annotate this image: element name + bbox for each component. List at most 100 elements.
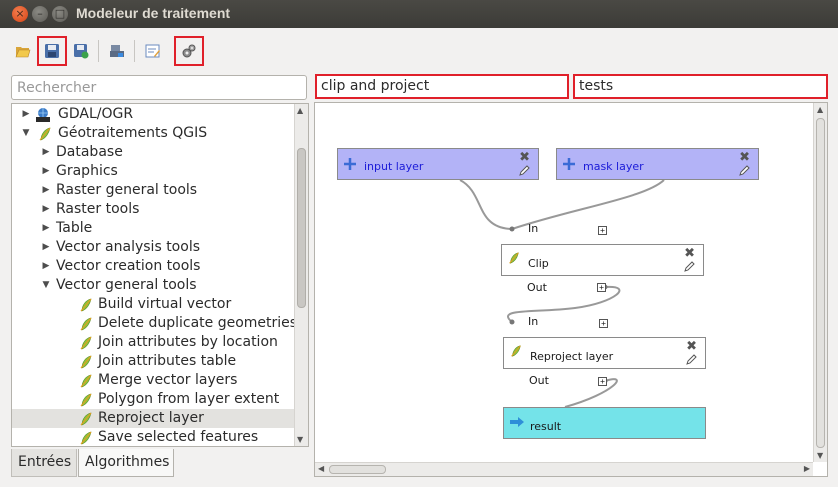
canvas-horizontal-scrollbar[interactable]: ◀ ▶ (315, 462, 813, 476)
expand-arrow-icon[interactable]: ▶ (41, 238, 51, 257)
run-model-button[interactable] (174, 36, 204, 66)
qgis-icon (39, 127, 51, 141)
expand-inputs-icon[interactable]: + (599, 319, 608, 328)
scroll-down-icon[interactable]: ▼ (297, 435, 303, 444)
plus-input-icon (563, 158, 575, 170)
model-group-field[interactable]: tests (573, 74, 828, 99)
expand-arrow-icon[interactable]: ▶ (41, 257, 51, 276)
expand-arrow-icon[interactable]: ▶ (41, 143, 51, 162)
model-name-field[interactable]: clip and project (315, 74, 569, 99)
expand-outputs-icon[interactable]: + (598, 377, 607, 386)
tree-group-vector-analysis[interactable]: ▶ Vector analysis tools (12, 238, 294, 257)
tree-algorithm-item-selected[interactable]: Reproject layer (12, 409, 294, 428)
tree-group-graphics[interactable]: ▶ Graphics (12, 162, 294, 181)
tree-algorithm-label: Merge vector layers (98, 372, 238, 388)
expand-arrow-icon[interactable]: ▶ (41, 162, 51, 181)
close-icon: × (15, 7, 25, 20)
maximize-window-button[interactable]: □ (52, 6, 68, 22)
scrollbar-thumb[interactable] (297, 148, 306, 308)
edit-node-icon[interactable] (519, 164, 531, 176)
tree-scrollbar[interactable]: ▲ ▼ (294, 104, 308, 446)
input-node-mask-layer[interactable]: mask layer ✖ (556, 148, 759, 180)
node-label: Reproject layer (530, 350, 614, 363)
model-canvas[interactable]: input layer ✖ mask layer ✖ In + Clip ✖ O… (315, 103, 813, 462)
algorithm-node-clip[interactable]: Clip ✖ (501, 244, 704, 276)
tab-algorithms[interactable]: Algorithmes (78, 449, 174, 477)
qgis-algorithm-icon (80, 393, 92, 407)
search-input[interactable] (12, 76, 306, 99)
edit-help-button[interactable] (140, 38, 166, 64)
scrollbar-thumb[interactable] (329, 465, 386, 474)
tree-group-label: Database (56, 144, 123, 160)
edit-node-icon[interactable] (684, 260, 696, 272)
qgis-algorithm-icon (80, 317, 92, 331)
reproject-in-label: In (528, 315, 539, 328)
minimize-window-button[interactable]: – (32, 6, 48, 22)
tree-group-raster-tools[interactable]: ▶ Raster tools (12, 200, 294, 219)
tree-provider-qgis[interactable]: ▼ Géotraitements QGIS (12, 124, 294, 143)
title-bar: × – □ Modeleur de traitement (0, 0, 838, 28)
node-label: result (530, 420, 562, 433)
scroll-up-icon[interactable]: ▲ (817, 105, 823, 114)
edit-node-icon[interactable] (739, 164, 751, 176)
tree-group-database[interactable]: ▶ Database (12, 143, 294, 162)
expand-outputs-icon[interactable]: + (597, 283, 606, 292)
tree-group-raster-general[interactable]: ▶ Raster general tools (12, 181, 294, 200)
tree-algorithm-label: Join attributes by location (98, 334, 278, 350)
expand-arrow-icon[interactable]: ▶ (21, 105, 31, 124)
algorithm-tree[interactable]: ▶ GDAL/OGR ▼ Géotraitements QGIS ▶ Datab… (11, 103, 309, 447)
tab-inputs[interactable]: Entrées (11, 449, 77, 477)
scroll-up-icon[interactable]: ▲ (297, 106, 303, 115)
clip-in-label: In (528, 222, 539, 235)
tree-algorithm-item[interactable]: Join attributes by location (12, 333, 294, 352)
expand-inputs-icon[interactable]: + (598, 226, 607, 235)
open-model-button[interactable] (10, 38, 36, 64)
export-image-button[interactable] (104, 38, 130, 64)
collapse-arrow-icon[interactable]: ▼ (21, 124, 31, 143)
save-as-model-button[interactable] (68, 38, 94, 64)
input-node-input-layer[interactable]: input layer ✖ (337, 148, 539, 180)
tree-provider-gdal[interactable]: ▶ GDAL/OGR (12, 105, 294, 124)
search-box[interactable] (11, 75, 307, 100)
qgis-algorithm-icon (509, 252, 519, 264)
tree-algorithm-label: Delete duplicate geometries (98, 315, 298, 331)
tree-group-label: Vector analysis tools (56, 239, 200, 255)
edit-node-icon[interactable] (686, 353, 698, 365)
scroll-left-icon[interactable]: ◀ (318, 464, 324, 473)
reproject-out-label: Out (529, 374, 549, 387)
scroll-down-icon[interactable]: ▼ (817, 451, 823, 460)
remove-node-icon[interactable]: ✖ (686, 339, 697, 354)
tree-algorithm-label: Save selected features (98, 429, 259, 445)
tree-group-table[interactable]: ▶ Table (12, 219, 294, 238)
processing-modeler-window: × – □ Modeleur de traitement Rechercher … (0, 0, 838, 487)
expand-arrow-icon[interactable]: ▶ (41, 219, 51, 238)
toolbar (0, 28, 838, 72)
window-title: Modeleur de traitement (76, 5, 231, 21)
node-label: mask layer (583, 160, 644, 173)
output-node-result[interactable]: result (503, 407, 706, 439)
remove-node-icon[interactable]: ✖ (739, 150, 750, 165)
scrollbar-thumb[interactable] (816, 118, 825, 448)
tree-algorithm-item[interactable]: Save selected features (12, 428, 294, 446)
save-model-button[interactable] (37, 36, 67, 66)
tree-provider-label: GDAL/OGR (58, 106, 134, 122)
remove-node-icon[interactable]: ✖ (519, 150, 530, 165)
scroll-right-icon[interactable]: ▶ (804, 464, 810, 473)
tree-group-vector-general[interactable]: ▼ Vector general tools (12, 276, 294, 295)
remove-node-icon[interactable]: ✖ (684, 246, 695, 261)
close-window-button[interactable]: × (12, 6, 28, 22)
expand-arrow-icon[interactable]: ▶ (41, 200, 51, 219)
tree-algorithm-item[interactable]: Delete duplicate geometries (12, 314, 298, 333)
tree-algorithm-item[interactable]: Build virtual vector (12, 295, 294, 314)
expand-arrow-icon[interactable]: ▶ (41, 181, 51, 200)
canvas-vertical-scrollbar[interactable]: ▲ ▼ (813, 103, 827, 462)
save-icon (45, 44, 59, 58)
tree-provider-label: Géotraitements QGIS (58, 125, 208, 141)
qgis-algorithm-icon (80, 298, 92, 312)
algorithm-node-reproject-layer[interactable]: Reproject layer ✖ (503, 337, 706, 369)
tree-algorithm-item[interactable]: Merge vector layers (12, 371, 294, 390)
tree-algorithm-item[interactable]: Join attributes table (12, 352, 294, 371)
collapse-arrow-icon[interactable]: ▼ (41, 276, 51, 295)
tree-algorithm-item[interactable]: Polygon from layer extent (12, 390, 294, 409)
tree-group-vector-creation[interactable]: ▶ Vector creation tools (12, 257, 294, 276)
